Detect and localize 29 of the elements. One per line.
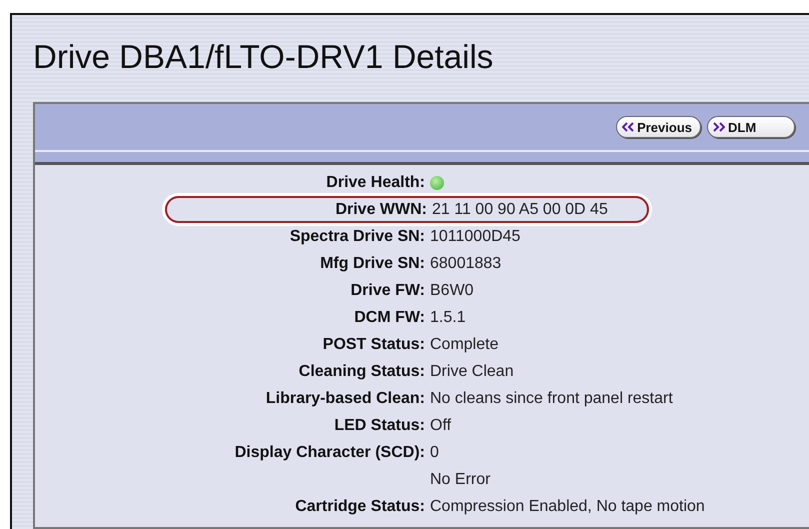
field-label: DCM FW: — [353, 308, 425, 326]
field-label: Mfg Drive SN: — [319, 254, 425, 272]
field-label: Library-based Clean: — [264, 390, 425, 408]
page-title: Drive DBA1/fLTO-DRV1 Details — [33, 37, 494, 77]
field-value: No Error — [430, 470, 492, 488]
field-value: Complete — [430, 336, 500, 354]
field-label: Spectra Drive SN: — [288, 228, 425, 246]
field-label: Drive WWN: — [334, 200, 427, 218]
field-label: Drive Health: — [325, 174, 425, 192]
field-value: No cleans since front panel restart — [430, 390, 674, 408]
field-value: Off — [430, 416, 452, 434]
field-value: B6W0 — [430, 282, 475, 300]
field-value: 0 — [430, 444, 440, 462]
field-value: 68001883 — [430, 254, 502, 272]
field-label: POST Status: — [322, 336, 425, 354]
field-value: 21 11 00 90 A5 00 0D 45 — [432, 200, 609, 218]
field-label: LED Status: — [333, 416, 425, 434]
field-value: 1011000D45 — [430, 228, 522, 246]
field-label: Cartridge Status: — [294, 498, 425, 516]
field-label: Drive FW: — [350, 282, 425, 300]
next-button[interactable]: DLM — [707, 116, 795, 138]
double-chevron-left-icon — [622, 122, 634, 132]
previous-button[interactable]: Previous — [616, 116, 701, 138]
field-label: Cleaning Status: — [298, 362, 425, 380]
double-chevron-right-icon — [713, 122, 725, 132]
field-value: Compression Enabled, No tape motion — [430, 498, 706, 516]
field-label: Display Character (SCD): — [234, 444, 425, 462]
field-value: Drive Clean — [430, 362, 515, 380]
field-value: 1.5.1 — [430, 308, 467, 326]
